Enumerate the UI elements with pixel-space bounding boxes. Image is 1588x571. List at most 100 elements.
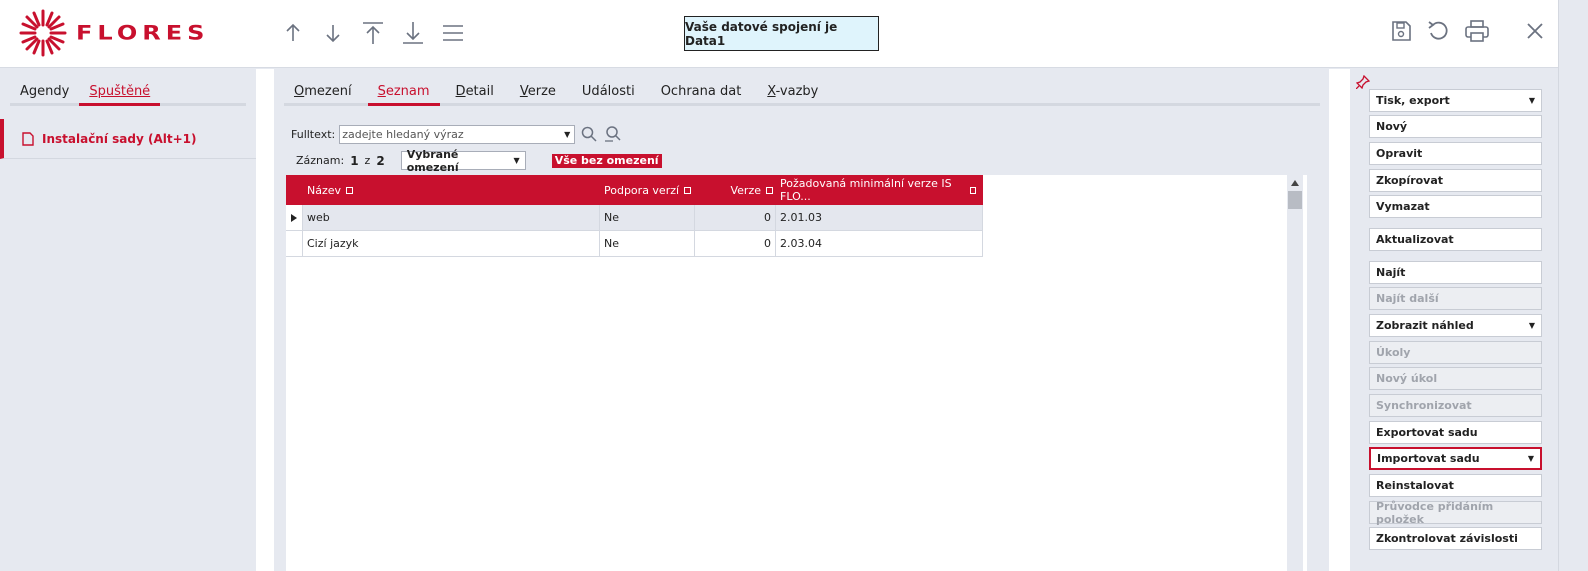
filter-select-value: Vybrané omezení	[406, 147, 459, 174]
cell-verze: 0	[695, 231, 776, 256]
pin-button[interactable]	[1355, 74, 1371, 92]
column-filter-icon[interactable]	[684, 186, 692, 194]
close-button[interactable]	[1522, 18, 1548, 44]
scroll-up-button[interactable]	[1287, 175, 1303, 191]
column-header-podpora[interactable]: Podpora verzí	[604, 175, 698, 205]
zaznam-sep: z	[364, 154, 371, 167]
table-row[interactable]: web Ne 0 2.01.03	[286, 205, 983, 231]
sidebar-item-instalacni-sady[interactable]: Instalační sady (Alt+1)	[0, 119, 256, 159]
tab-omezeni[interactable]: Omezení	[284, 83, 362, 106]
panel-divider	[1329, 69, 1350, 571]
tab-x-vazby[interactable]: X-vazby	[757, 83, 828, 106]
action-button-3[interactable]: Zkopírovat	[1369, 169, 1542, 192]
zaznam-current: 1	[350, 153, 359, 168]
action-button-0[interactable]: Tisk, export ▼	[1369, 89, 1542, 112]
cell-podpora: Ne	[600, 231, 695, 256]
action-button-8[interactable]: Zobrazit náhled ▼	[1369, 314, 1542, 337]
action-button-13[interactable]: Importovat sadu ▼	[1369, 447, 1542, 470]
fulltext-input[interactable]: zadejte hledaný výraz ▼	[339, 124, 576, 144]
current-row-icon	[291, 213, 297, 222]
print-button[interactable]	[1464, 18, 1490, 44]
save-button[interactable]	[1388, 18, 1414, 44]
row-indicator	[286, 231, 303, 256]
triangle-up-icon	[1291, 180, 1299, 186]
next-record-button[interactable]	[320, 20, 346, 46]
arrow-down-icon	[326, 25, 340, 43]
action-button-6[interactable]: Najít	[1369, 261, 1542, 284]
column-filter-icon[interactable]	[969, 186, 976, 194]
action-label: Zkontrolovat závislosti	[1376, 532, 1518, 545]
tab-agendy[interactable]: Agendy	[10, 83, 79, 106]
action-button-16[interactable]: Zkontrolovat závislosti	[1369, 527, 1542, 550]
action-button-5[interactable]: Aktualizovat	[1369, 228, 1542, 251]
menu-button[interactable]	[440, 20, 466, 46]
tab-verze[interactable]: Verze	[510, 83, 566, 106]
action-label: Nový úkol	[1376, 372, 1438, 385]
fulltext-placeholder: zadejte hledaný výraz	[342, 127, 464, 141]
chevron-down-icon: ▼	[513, 156, 520, 165]
chevron-down-icon[interactable]: ▼	[564, 130, 570, 139]
tab-spustene[interactable]: Spuštěné	[79, 83, 161, 106]
cell-min-verze: 2.01.03	[776, 205, 983, 230]
tab-detail[interactable]: Detail	[446, 83, 504, 106]
zaznam-total: 2	[376, 153, 385, 168]
undo-button[interactable]	[1426, 18, 1452, 44]
action-label: Exportovat sadu	[1376, 426, 1478, 439]
action-label: Zkopírovat	[1376, 174, 1444, 187]
action-button-2[interactable]: Opravit	[1369, 142, 1542, 165]
main-tabs: Omezení Seznam Detail Verze Události Och…	[284, 83, 1320, 106]
arrow-to-bottom-icon	[403, 22, 423, 44]
vertical-scrollbar[interactable]	[1287, 175, 1303, 571]
column-filter-icon[interactable]	[766, 186, 773, 194]
filter-select[interactable]: Vybrané omezení ▼	[400, 148, 526, 174]
column-header-min-verze[interactable]: Požadovaná minimální verze IS FLO...	[780, 175, 980, 205]
last-record-button[interactable]	[400, 20, 426, 46]
action-button-10: Nový úkol	[1369, 367, 1542, 390]
data-grid: Název Podpora verzí Verze Požadovaná min…	[286, 175, 1307, 571]
action-button-14[interactable]: Reinstalovat	[1369, 474, 1542, 497]
previous-record-button[interactable]	[280, 20, 306, 46]
advanced-search-button[interactable]	[603, 124, 623, 144]
tab-udalosti[interactable]: Události	[572, 83, 645, 106]
tab-ochrana-dat[interactable]: Ochrana dat	[651, 83, 752, 106]
action-label: Synchronizovat	[1376, 399, 1472, 412]
record-navigation	[280, 20, 466, 46]
flores-logo[interactable]: FLORES	[18, 8, 209, 58]
action-label: Importovat sadu	[1377, 452, 1480, 465]
cell-nazev: Cizí jazyk	[303, 231, 600, 256]
chevron-down-icon[interactable]: ▼	[1529, 96, 1535, 105]
action-button-7: Najít další	[1369, 287, 1542, 310]
app-header: FLORES Vaše datové spojení je Data1	[0, 0, 1588, 68]
no-filter-badge[interactable]: Vše bez omezení	[551, 153, 662, 168]
right-edge-strip	[1558, 0, 1588, 571]
search-button[interactable]	[579, 124, 599, 144]
main-content: Omezení Seznam Detail Verze Události Och…	[274, 69, 1329, 571]
column-filter-icon[interactable]	[346, 186, 354, 194]
logo-text: FLORES	[76, 21, 210, 45]
action-button-12[interactable]: Exportovat sadu	[1369, 421, 1542, 444]
chevron-down-icon[interactable]: ▼	[1529, 321, 1535, 330]
document-icon	[22, 131, 34, 146]
action-label: Aktualizovat	[1376, 233, 1454, 246]
table-row[interactable]: Cizí jazyk Ne 0 2.03.04	[286, 231, 983, 257]
cell-nazev: web	[303, 205, 600, 230]
undo-icon	[1428, 21, 1448, 40]
column-header-nazev[interactable]: Název	[307, 175, 603, 205]
action-button-4[interactable]: Vymazat	[1369, 195, 1542, 218]
cell-podpora: Ne	[600, 205, 695, 230]
column-header-verze[interactable]: Verze	[699, 175, 777, 205]
left-tabs: Agendy Spuštěné	[10, 83, 246, 106]
action-label: Průvodce přidáním položek	[1376, 499, 1494, 526]
actions-panel: Tisk, export ▼ Nový Opravit Zkopírovat Vymaza…	[1350, 69, 1558, 571]
first-record-button[interactable]	[360, 20, 386, 46]
chevron-down-icon[interactable]: ▼	[1528, 454, 1534, 463]
close-icon	[1527, 23, 1543, 39]
action-button-15: Průvodce přidáním položek	[1369, 499, 1542, 526]
printer-icon	[1465, 20, 1489, 42]
panel-divider	[256, 69, 274, 571]
scroll-thumb[interactable]	[1288, 191, 1302, 209]
cell-min-verze: 2.03.04	[776, 231, 983, 256]
fulltext-row: Fulltext: zadejte hledaný výraz ▼	[291, 124, 623, 144]
action-button-1[interactable]: Nový	[1369, 115, 1542, 138]
tab-seznam[interactable]: Seznam	[367, 83, 440, 106]
